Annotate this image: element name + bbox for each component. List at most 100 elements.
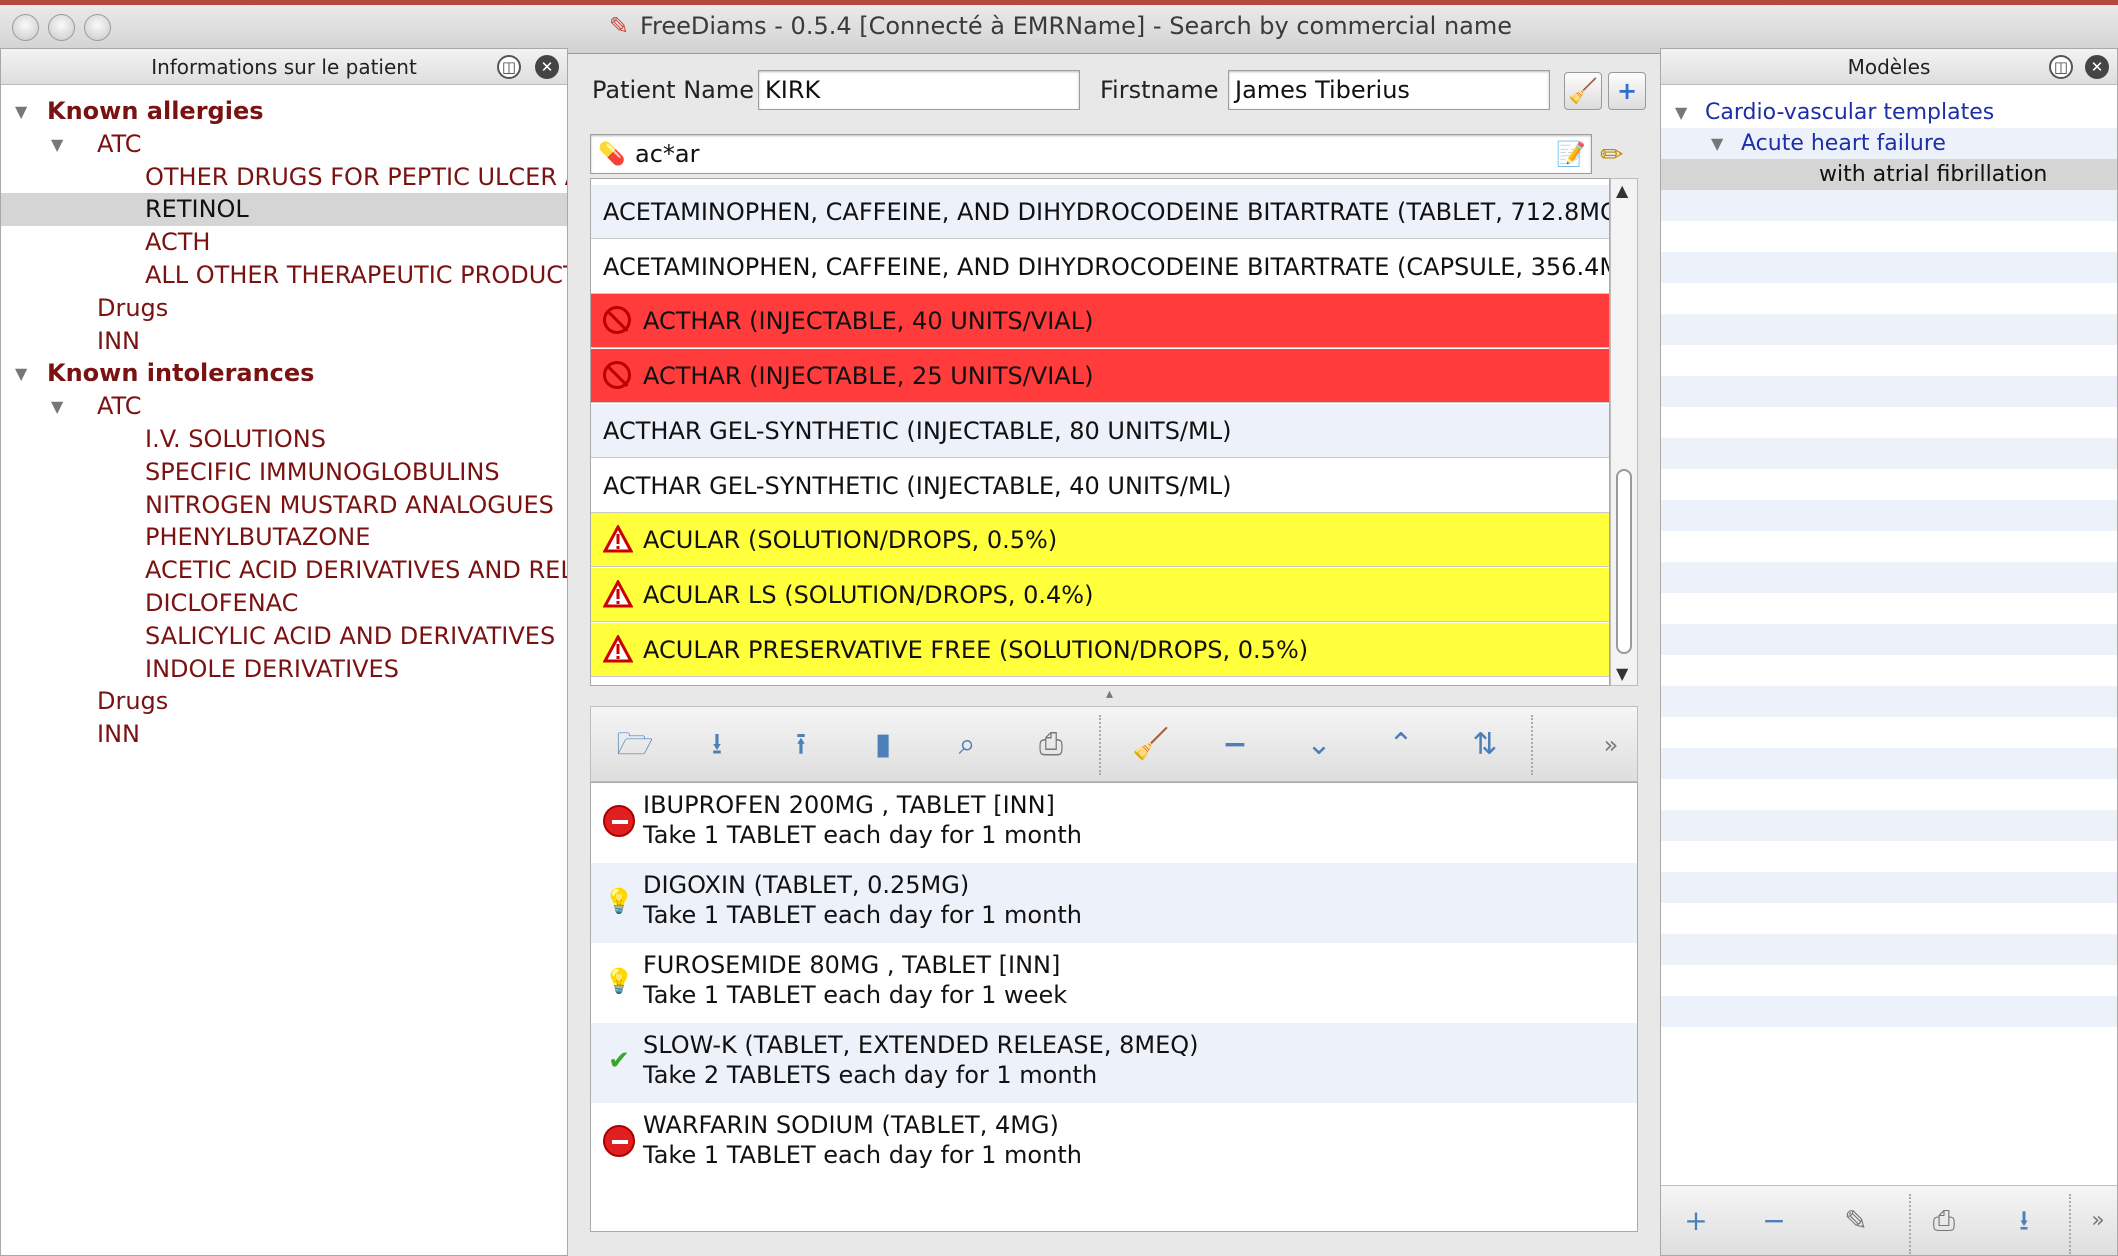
move-up-icon[interactable]: ⌃ xyxy=(1381,725,1421,765)
firstname-field[interactable]: James Tiberius xyxy=(1228,70,1550,110)
remove-template-icon[interactable]: − xyxy=(1757,1204,1791,1238)
empty-row xyxy=(1661,593,2117,624)
scroll-up-arrow-icon[interactable]: ▲ xyxy=(1616,181,1628,200)
float-panel-icon[interactable]: ◫ xyxy=(497,55,521,79)
drug-result-row[interactable]: ACTHAR GEL-SYNTHETIC (INJECTABLE, 40 UNI… xyxy=(591,458,1609,513)
close-panel-icon[interactable]: ✕ xyxy=(535,55,559,79)
save-icon[interactable]: ⭳ xyxy=(697,725,737,765)
prescription-list[interactable]: IBUPROFEN 200MG , TABLET [INN] Take 1 TAB… xyxy=(590,782,1638,1232)
tree-item[interactable]: INDOLE DERIVATIVES xyxy=(1,653,567,686)
print-template-icon[interactable]: ⎙ xyxy=(1927,1204,1961,1238)
scroll-down-arrow-icon[interactable]: ▼ xyxy=(1616,664,1628,683)
tree-item-label: SPECIFIC IMMUNOGLOBULINS xyxy=(145,457,500,486)
move-down-icon[interactable]: ⌄ xyxy=(1299,725,1339,765)
tree-item[interactable]: SPECIFIC IMMUNOGLOBULINS xyxy=(1,456,567,489)
template-item[interactable]: with atrial fibrillation xyxy=(1661,159,2117,190)
tree-item[interactable]: Drugs xyxy=(1,685,567,718)
drug-result-row[interactable]: ACTHAR (INJECTABLE, 25 UNITS/VIAL) xyxy=(591,349,1609,404)
toolbar-overflow-icon[interactable]: » xyxy=(1591,725,1631,765)
tree-item[interactable]: RETINOL xyxy=(1,193,567,227)
app-pill-icon: ✎ xyxy=(608,12,630,40)
tree-item[interactable]: PHENYLBUTAZONE xyxy=(1,521,567,554)
drug-results-list[interactable]: ACETAMINOPHEN, CAFFEINE, AND DIHYDROCODE… xyxy=(590,178,1610,686)
clear-patient-button[interactable]: 🧹 xyxy=(1564,72,1602,110)
disclosure-triangle-icon[interactable]: ▼ xyxy=(1711,128,1729,159)
prescription-row[interactable]: ✔ SLOW-K (TABLET, EXTENDED RELEASE, 8MEQ)… xyxy=(591,1023,1637,1103)
drug-results-scrollbar[interactable]: ▲ ▼ xyxy=(1610,178,1638,686)
scroll-thumb[interactable] xyxy=(1616,469,1632,654)
open-file-icon[interactable]: 🗁 xyxy=(615,725,655,765)
disclosure-triangle-icon[interactable]: ▼ xyxy=(51,390,69,423)
prescription-drug-name: DIGOXIN (TABLET, 0.25MG) xyxy=(643,871,970,899)
tree-item[interactable]: NITROGEN MUSTARD ANALOGUES xyxy=(1,489,567,522)
splitter-handle-icon[interactable]: ▴ xyxy=(1106,686,1113,702)
drug-result-row[interactable]: ACULAR LS (SOLUTION/DROPS, 0.4%) xyxy=(591,567,1609,622)
drug-result-row[interactable]: ACETAMINOPHEN, CAFFEINE, AND DIHYDROCODE… xyxy=(591,185,1609,239)
empty-row xyxy=(1661,562,2117,593)
sort-icon[interactable]: ⇅ xyxy=(1465,725,1505,765)
toolbar-separator xyxy=(1531,715,1533,775)
tree-item[interactable]: DICLOFENAC xyxy=(1,587,567,620)
print-preview-icon[interactable]: ⌕ xyxy=(947,725,987,765)
edit-search-icon[interactable]: 📝 xyxy=(1556,140,1586,170)
add-patient-info-button[interactable]: + xyxy=(1608,72,1646,110)
template-item-label: with atrial fibrillation xyxy=(1819,162,2048,187)
book-icon[interactable]: ▮ xyxy=(863,725,903,765)
window-title: ✎ FreeDiams - 0.5.4 [Connecté à EMRName] … xyxy=(0,12,2118,40)
disclosure-triangle-icon[interactable]: ▼ xyxy=(15,357,33,390)
drug-result-row[interactable]: ACULAR PRESERVATIVE FREE (SOLUTION/DROPS… xyxy=(591,622,1609,677)
prescription-row[interactable]: IBUPROFEN 200MG , TABLET [INN] Take 1 TAB… xyxy=(591,783,1637,863)
clear-prescription-icon[interactable]: 🧹 xyxy=(1131,725,1171,765)
drug-result-row[interactable]: ACTHAR GEL-SYNTHETIC (INJECTABLE, 80 UNI… xyxy=(591,403,1609,458)
drug-result-label: ACTHAR GEL-SYNTHETIC (INJECTABLE, 40 UNI… xyxy=(603,471,1232,500)
tree-item[interactable]: OTHER DRUGS FOR PEPTIC ULCER A... xyxy=(1,161,567,194)
tree-item[interactable]: Drugs xyxy=(1,292,567,325)
save-template-icon[interactable]: ⭳ xyxy=(2007,1204,2041,1238)
prescription-dosage: Take 1 TABLET each day for 1 week xyxy=(643,981,1068,1009)
tree-item-label: ATC xyxy=(97,392,142,421)
drug-result-row[interactable]: ACULAR (SOLUTION/DROPS, 0.5%) xyxy=(591,513,1609,568)
pencil-icon[interactable]: ✏ xyxy=(1600,138,1634,172)
empty-row xyxy=(1661,190,2117,221)
prescription-row[interactable]: 💡 DIGOXIN (TABLET, 0.25MG) Take 1 TABLET e… xyxy=(591,863,1637,943)
disclosure-triangle-icon[interactable]: ▼ xyxy=(1675,97,1693,128)
template-item[interactable]: ▼ Cardio-vascular templates xyxy=(1661,97,2117,128)
drug-result-row[interactable]: ACETAMINOPHEN, CAFFEINE, AND DIHYDROCODE… xyxy=(591,239,1609,294)
toolbar-overflow-icon[interactable]: » xyxy=(2081,1204,2115,1238)
tree-item-label: INDOLE DERIVATIVES xyxy=(145,654,399,683)
tree-item[interactable]: ACETIC ACID DERIVATIVES AND REL... xyxy=(1,554,567,587)
edit-template-icon[interactable]: ✎ xyxy=(1839,1204,1873,1238)
empty-row xyxy=(1661,748,2117,779)
float-panel-icon[interactable]: ◫ xyxy=(2049,55,2073,79)
empty-row xyxy=(1661,965,2117,996)
prescription-drug-name: SLOW-K (TABLET, EXTENDED RELEASE, 8MEQ) xyxy=(643,1031,1199,1059)
tree-item[interactable]: SALICYLIC ACID AND DERIVATIVES xyxy=(1,620,567,653)
tree-item-label: ACETIC ACID DERIVATIVES AND REL... xyxy=(145,556,567,585)
templates-header: Modèles ◫ ✕ xyxy=(1661,49,2117,85)
template-item[interactable]: ▼ Acute heart failure xyxy=(1661,128,2117,159)
add-template-icon[interactable]: + xyxy=(1679,1204,1713,1238)
disclosure-triangle-icon[interactable]: ▼ xyxy=(15,95,33,128)
prescription-dosage: Take 1 TABLET each day for 1 month xyxy=(643,901,1082,929)
tree-item[interactable]: ▼ ATC xyxy=(1,390,567,423)
drug-result-label: ACULAR PRESERVATIVE FREE (SOLUTION/DROPS… xyxy=(643,635,1309,664)
tree-item[interactable]: ▼ Known intolerances xyxy=(1,357,567,390)
tree-item[interactable]: ALL OTHER THERAPEUTIC PRODUCTS xyxy=(1,259,567,292)
save-as-icon[interactable]: ⭱ xyxy=(781,725,821,765)
tree-item[interactable]: ▼ Known allergies xyxy=(1,95,567,128)
tree-item[interactable]: INN xyxy=(1,718,567,751)
prescription-row[interactable]: WARFARIN SODIUM (TABLET, 4MG) Take 1 TABL… xyxy=(591,1103,1637,1183)
patient-name-field[interactable]: KIRK xyxy=(758,70,1080,110)
tree-item[interactable]: ACTH xyxy=(1,226,567,259)
close-panel-icon[interactable]: ✕ xyxy=(2085,55,2109,79)
empty-row xyxy=(1661,996,2117,1027)
remove-item-icon[interactable]: − xyxy=(1215,725,1255,765)
disclosure-triangle-icon[interactable]: ▼ xyxy=(51,128,69,161)
drug-search-input[interactable]: ac*ar xyxy=(590,134,1592,174)
print-icon[interactable]: ⎙ xyxy=(1031,725,1071,765)
tree-item[interactable]: I.V. SOLUTIONS xyxy=(1,423,567,456)
tree-item[interactable]: INN xyxy=(1,325,567,358)
tree-item[interactable]: ▼ ATC xyxy=(1,128,567,161)
prescription-row[interactable]: 💡 FUROSEMIDE 80MG , TABLET [INN] Take 1 TA… xyxy=(591,943,1637,1023)
drug-result-row[interactable]: ACTHAR (INJECTABLE, 40 UNITS/VIAL) xyxy=(591,294,1609,349)
